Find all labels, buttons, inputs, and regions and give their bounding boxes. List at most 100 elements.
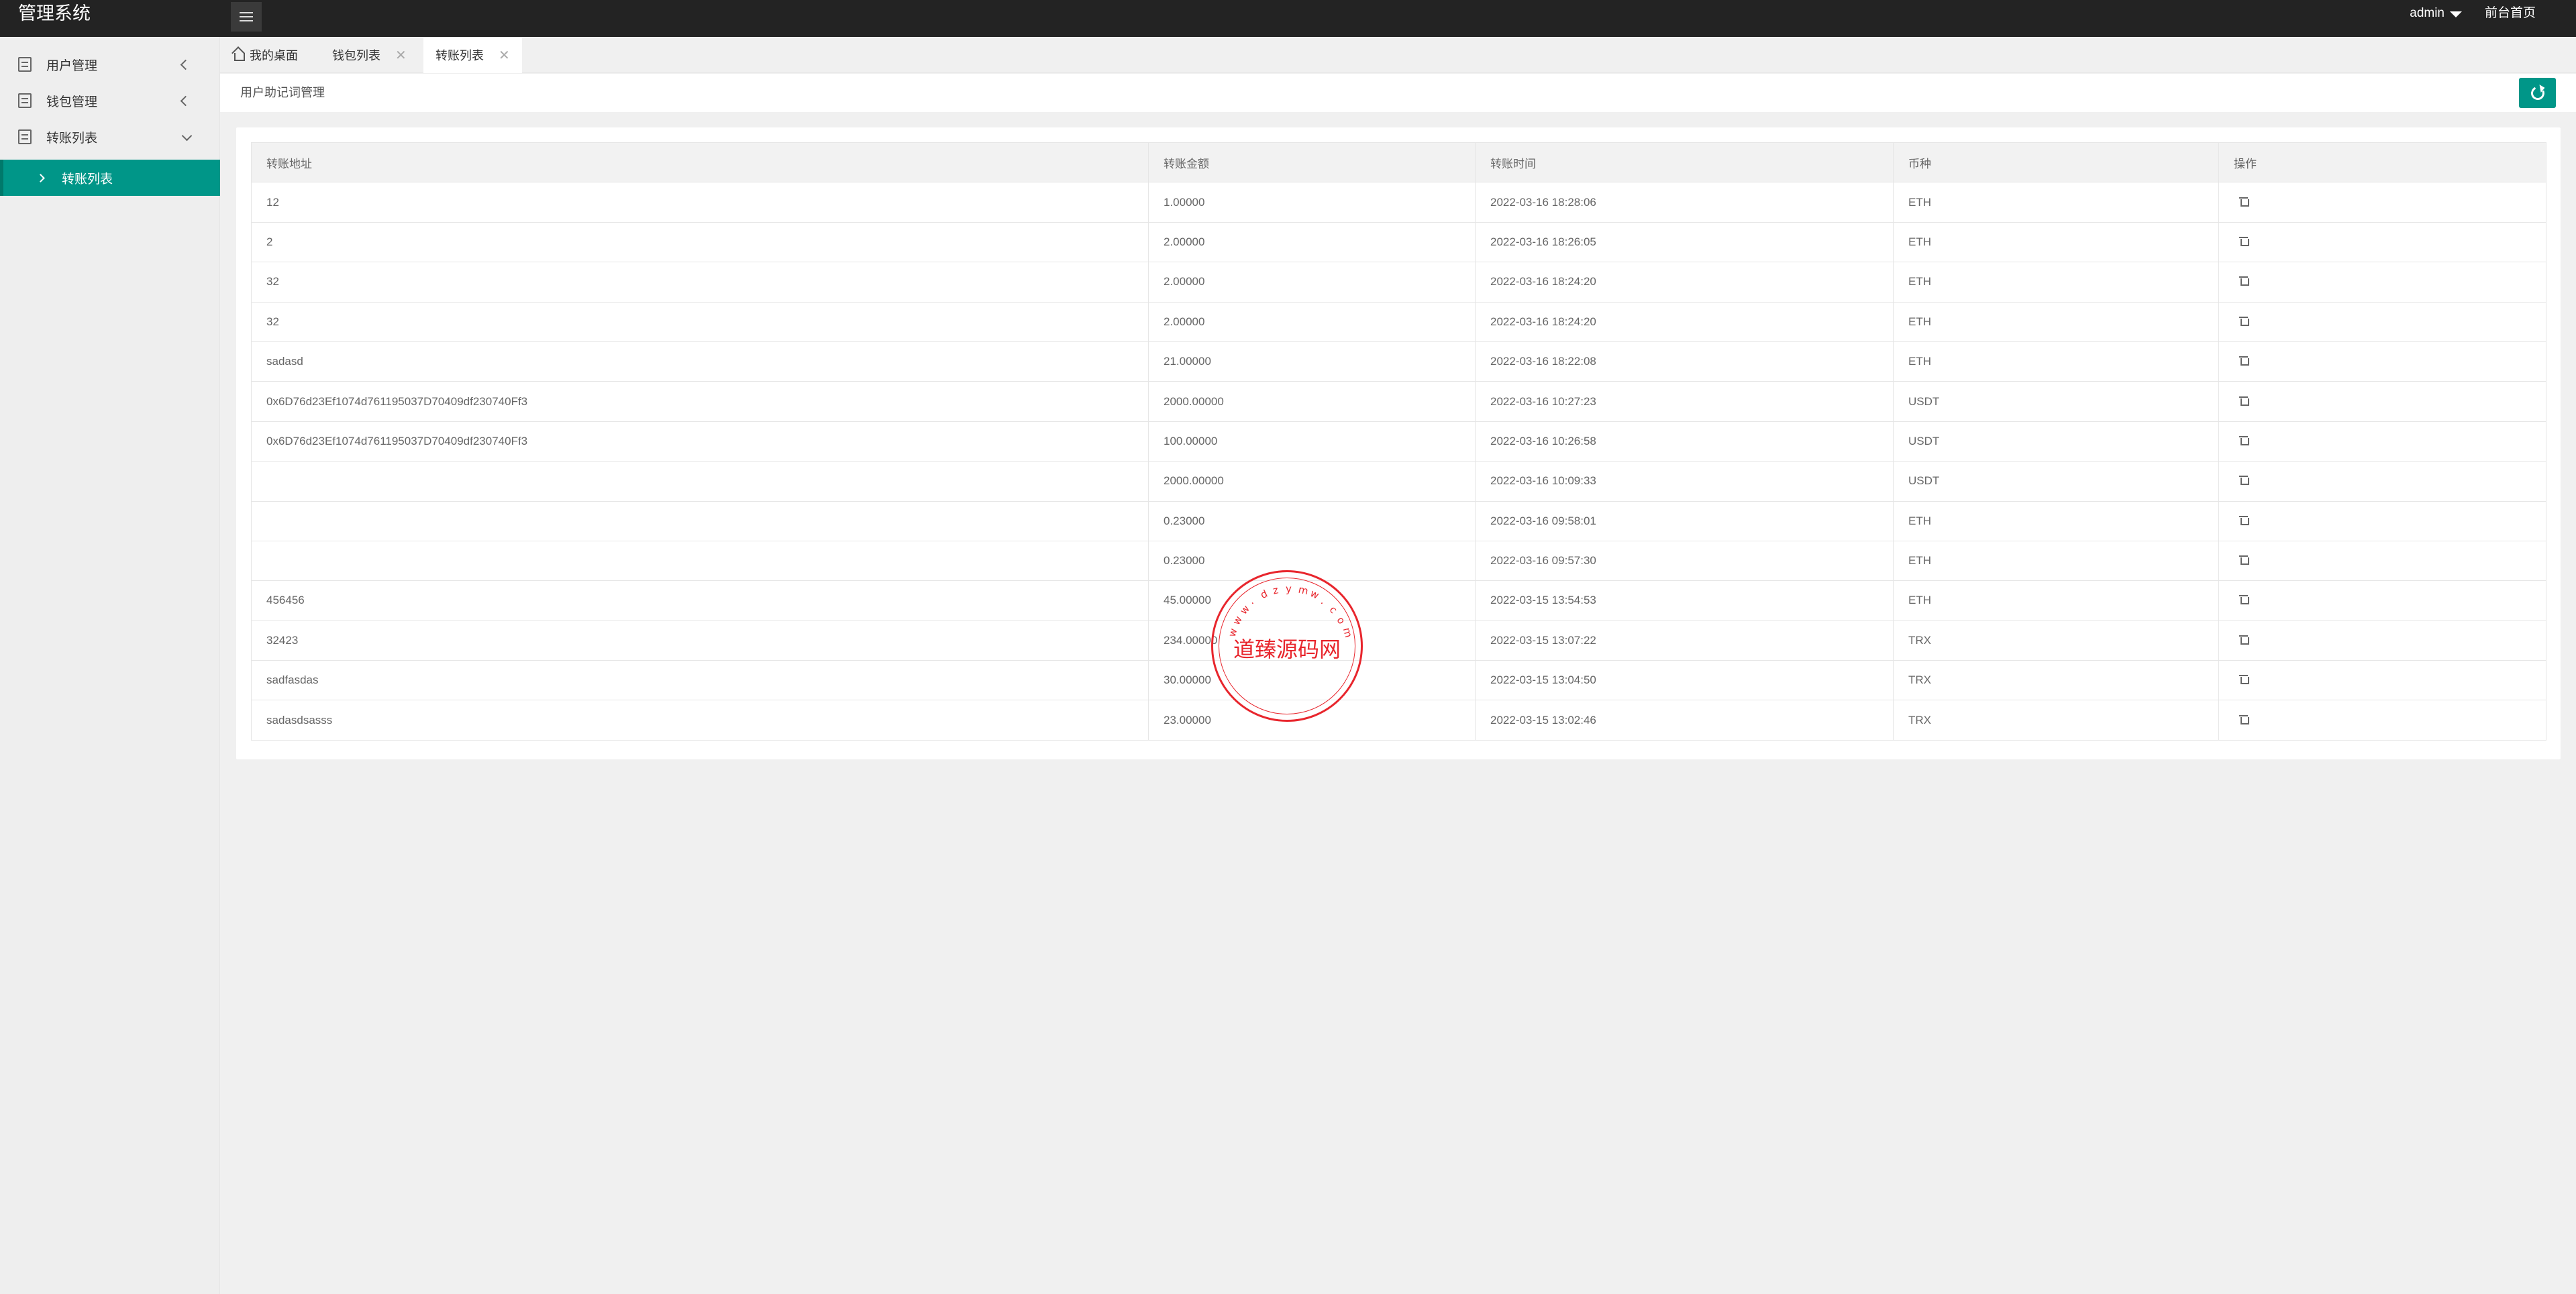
cell-amount: 100.00000 (1148, 421, 1476, 462)
cell-coin: USDT (1893, 381, 2219, 422)
cell-address: 2 (251, 221, 1149, 263)
menu-toggle-button[interactable] (231, 2, 262, 32)
document-icon (18, 129, 32, 144)
cell-amount: 2.00000 (1148, 262, 1476, 303)
sidebar: 用户管理 钱包管理 转账列表 转账列表 (0, 37, 220, 1294)
chevron-left-icon (180, 59, 191, 70)
cell-action (2218, 620, 2546, 661)
cell-coin: ETH (1893, 262, 2219, 303)
watermark-seal: 道臻源码网 www.dzymw.com (1211, 570, 1363, 722)
cell-time: 2022-03-15 13:02:46 (1475, 700, 1894, 741)
cell-time: 2022-03-15 13:54:53 (1475, 580, 1894, 621)
app-logo: 管理系统 (18, 3, 91, 23)
cell-time: 2022-03-15 13:04:50 (1475, 660, 1894, 701)
cell-time: 2022-03-16 10:27:23 (1475, 381, 1894, 422)
document-icon (18, 57, 32, 72)
column-header-coin: 币种 (1893, 142, 2219, 183)
cell-address (251, 461, 1149, 502)
delete-icon[interactable] (2239, 714, 2249, 724)
cell-address: 12 (251, 182, 1149, 223)
close-icon[interactable]: ✕ (499, 47, 510, 64)
tab-bar: 我的桌面 钱包列表 ✕ 转账列表 ✕ (220, 37, 2576, 73)
refresh-button[interactable] (2519, 78, 2556, 108)
table-row: 32423 234.00000 2022-03-15 13:07:22 TRX (251, 620, 2546, 661)
transfer-table: 转账地址 转账金额 转账时间 币种 操作 12 1.00000 2022-03-16… (251, 142, 2546, 741)
delete-icon[interactable] (2239, 515, 2249, 525)
table-row: 12 1.00000 2022-03-16 18:28:06 ETH (251, 182, 2546, 223)
tab-transfer-list[interactable]: 转账列表 ✕ (423, 37, 522, 73)
cell-address: sadfasdas (251, 660, 1149, 701)
cell-action (2218, 700, 2546, 741)
column-header-amount: 转账金额 (1148, 142, 1476, 183)
cell-action (2218, 301, 2546, 342)
front-home-link[interactable]: 前台首页 (2485, 0, 2536, 27)
cell-time: 2022-03-16 09:57:30 (1475, 540, 1894, 582)
column-header-time: 转账时间 (1475, 142, 1894, 183)
cell-time: 2022-03-16 10:26:58 (1475, 421, 1894, 462)
delete-icon[interactable] (2239, 594, 2249, 605)
tab-wallet-list[interactable]: 钱包列表 ✕ (320, 37, 419, 73)
delete-icon[interactable] (2239, 276, 2249, 286)
document-icon (18, 93, 32, 108)
sidebar-item-user-management[interactable]: 用户管理 (0, 46, 220, 83)
table-header-row: 转账地址 转账金额 转账时间 币种 操作 (251, 142, 2546, 183)
delete-icon[interactable] (2239, 396, 2249, 406)
sidebar-item-wallet-management[interactable]: 钱包管理 (0, 83, 220, 119)
delete-icon[interactable] (2239, 236, 2249, 246)
seal-arc-char: y (1286, 583, 1292, 595)
cell-action (2218, 221, 2546, 263)
cell-amount: 2.00000 (1148, 221, 1476, 263)
cell-action (2218, 660, 2546, 701)
cell-action (2218, 341, 2546, 382)
delete-icon[interactable] (2239, 555, 2249, 565)
delete-icon[interactable] (2239, 475, 2249, 486)
cell-action (2218, 500, 2546, 541)
tab-label: 我的桌面 (250, 49, 298, 62)
delete-icon[interactable] (2239, 316, 2249, 326)
delete-icon[interactable] (2239, 356, 2249, 366)
cell-time: 2022-03-15 13:07:22 (1475, 620, 1894, 661)
user-menu[interactable]: admin (2410, 0, 2462, 27)
table-row: sadasd 21.00000 2022-03-16 18:22:08 ETH (251, 341, 2546, 382)
chevron-down-icon (181, 130, 193, 142)
cell-coin: ETH (1893, 580, 2219, 621)
cell-action (2218, 381, 2546, 422)
table-row: sadfasdas 30.00000 2022-03-15 13:04:50 TRX (251, 660, 2546, 701)
cell-address: 456456 (251, 580, 1149, 621)
cell-action (2218, 182, 2546, 223)
cell-time: 2022-03-16 18:24:20 (1475, 301, 1894, 342)
cell-amount: 0.23000 (1148, 500, 1476, 541)
cell-amount: 1.00000 (1148, 182, 1476, 223)
sidebar-item-transfer-list[interactable]: 转账列表 (0, 119, 220, 155)
tab-my-desktop[interactable]: 我的桌面 (220, 37, 310, 73)
delete-icon[interactable] (2239, 674, 2249, 685)
cell-time: 2022-03-16 18:26:05 (1475, 221, 1894, 263)
cell-amount: 2000.00000 (1148, 381, 1476, 422)
cell-action (2218, 461, 2546, 502)
table-row: 0x6D76d23Ef1074d761195037D70409df230740F… (251, 421, 2546, 462)
sidebar-subitem-transfer-list[interactable]: 转账列表 (0, 160, 220, 196)
cell-address: 0x6D76d23Ef1074d761195037D70409df230740F… (251, 421, 1149, 462)
cell-time: 2022-03-16 18:28:06 (1475, 182, 1894, 223)
table-row: 2000.00000 2022-03-16 10:09:33 USDT (251, 461, 2546, 502)
column-header-address: 转账地址 (251, 142, 1149, 183)
breadcrumb-bar: 用户助记词管理 (220, 74, 2576, 112)
chevron-left-icon (180, 95, 191, 106)
cell-coin: USDT (1893, 421, 2219, 462)
cell-address: 0x6D76d23Ef1074d761195037D70409df230740F… (251, 381, 1149, 422)
delete-icon[interactable] (2239, 635, 2249, 645)
table-row: 32 2.00000 2022-03-16 18:24:20 ETH (251, 262, 2546, 303)
chevron-right-icon (36, 173, 45, 182)
sidebar-item-label: 转账列表 (46, 131, 98, 146)
table-row: 0x6D76d23Ef1074d761195037D70409df230740F… (251, 381, 2546, 422)
close-icon[interactable]: ✕ (395, 47, 407, 64)
sidebar-item-label: 用户管理 (46, 58, 98, 73)
cell-coin: TRX (1893, 620, 2219, 661)
refresh-icon (2528, 84, 2546, 102)
cell-time: 2022-03-16 18:22:08 (1475, 341, 1894, 382)
cell-address: 32 (251, 301, 1149, 342)
table-row: 0.23000 2022-03-16 09:57:30 ETH (251, 540, 2546, 582)
delete-icon[interactable] (2239, 197, 2249, 207)
delete-icon[interactable] (2239, 435, 2249, 445)
username: admin (2410, 6, 2444, 20)
